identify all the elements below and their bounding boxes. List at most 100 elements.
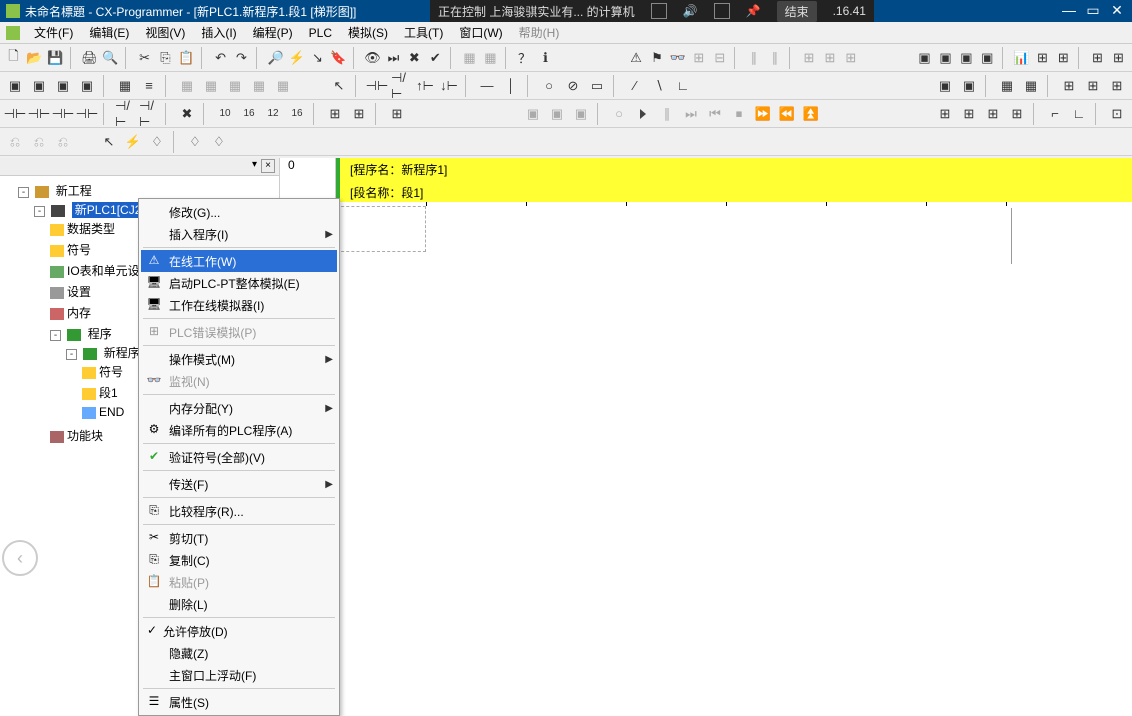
ctx-online-work[interactable]: ⚠在线工作(W) [141,250,337,272]
tb2-r7[interactable]: ⊞ [1106,75,1128,97]
tb2-r3[interactable]: ▦ [996,75,1018,97]
remote-icon-1[interactable] [651,3,667,19]
tb2-5[interactable]: ▦ [114,75,136,97]
tb3-3[interactable]: ⊣⊢ [52,103,74,125]
tb-plc8[interactable]: ⊞ [1088,47,1107,69]
expander-icon[interactable]: - [66,349,77,360]
tb2-r6[interactable]: ⊞ [1082,75,1104,97]
tb3-r4[interactable]: ⊞ [1006,103,1028,125]
menu-simulate[interactable]: 模拟(S) [340,22,396,43]
tb2-nc[interactable]: ⊣/⊢ [390,75,412,97]
tb4-2[interactable]: ⎌ [28,131,50,153]
nav-back-circle[interactable]: ‹ [2,540,38,576]
tb-check[interactable]: ✔ [426,47,445,69]
tb-cut[interactable]: ✂ [135,47,154,69]
tb-save[interactable]: 💾 [46,47,65,69]
tb-binoc2[interactable]: 👓 [668,47,687,69]
ctx-verify-symbols[interactable]: ✔验证符号(全部)(V) [141,446,337,468]
ladder-cursor-cell[interactable] [336,206,426,252]
tb2-9[interactable]: ▦ [224,75,246,97]
tb2-vline[interactable]: │ [500,75,522,97]
ctx-copy[interactable]: ⎘复制(C) [141,549,337,571]
tb4-6[interactable]: ♢ [146,131,168,153]
tb3-d11[interactable]: ⏫ [800,103,822,125]
tb2-rise[interactable]: ↑⊢ [414,75,436,97]
tb-open[interactable]: 📂 [25,47,44,69]
tb-plc4[interactable]: ▣ [978,47,997,69]
menu-tools[interactable]: 工具(T) [396,22,451,43]
tb-help[interactable]: ？ [515,47,534,69]
tb3-r2[interactable]: ⊞ [958,103,980,125]
tb2-r4[interactable]: ▦ [1020,75,1042,97]
tb2-r5[interactable]: ⊞ [1058,75,1080,97]
tb3-d9[interactable]: ⏩ [752,103,774,125]
tb2-r1[interactable]: ▣ [934,75,956,97]
tb3-play[interactable] [632,103,654,125]
tb3-16b[interactable]: 16 [286,103,308,125]
tb3-r3[interactable]: ⊞ [982,103,1004,125]
menu-insert[interactable]: 插入(I) [193,22,244,43]
tb-plc1[interactable]: ▣ [915,47,934,69]
ctx-transfer[interactable]: 传送(F)▶ [141,473,337,495]
remote-end-button[interactable]: 结束 [777,1,817,22]
tb3-d2[interactable]: ▣ [546,103,568,125]
tb3-d4[interactable]: ○ [608,103,630,125]
tb3-r5[interactable]: ⌐ [1044,103,1066,125]
tb4-3[interactable]: ⎌ [52,131,74,153]
tb2-4[interactable]: ▣ [76,75,98,97]
tb3-2[interactable]: ⊣⊢ [28,103,50,125]
ctx-compare-program[interactable]: ⎘比较程序(R)... [141,500,337,522]
tb4-1[interactable]: ⎌ [4,131,26,153]
speaker-icon[interactable]: 🔊 [683,4,698,18]
tb2-r2[interactable]: ▣ [958,75,980,97]
tb2-line2[interactable]: ∖ [648,75,670,97]
minimize-button[interactable]: — [1060,3,1078,19]
ctx-mem-alloc[interactable]: 内存分配(Y)▶ [141,397,337,419]
tb3-16[interactable]: 16 [238,103,260,125]
remote-icon-2[interactable] [714,3,730,19]
tb2-6[interactable]: ≡ [138,75,160,97]
tb-plc5[interactable]: 📊 [1012,47,1031,69]
tb-copy[interactable]: ⎘ [156,47,175,69]
tb2-7[interactable]: ▦ [176,75,198,97]
tb3-1[interactable]: ⊣⊢ [4,103,26,125]
tb-goto[interactable]: ↘ [308,47,327,69]
ctx-compile-all[interactable]: ⚙编译所有的PLC程序(A) [141,419,337,441]
tb2-11[interactable]: ▦ [272,75,294,97]
tb2-8[interactable]: ▦ [200,75,222,97]
tb2-line1[interactable]: ∕ [624,75,646,97]
ctx-online-simulator[interactable]: 🖥工作在线模拟器(I) [141,294,337,316]
pin-icon[interactable]: ▾ [252,159,257,170]
tb4-4[interactable]: ↖ [98,131,120,153]
tb3-d1[interactable]: ▣ [522,103,544,125]
tb4-7[interactable]: ♢ [184,131,206,153]
tb3-d10[interactable]: ⏪ [776,103,798,125]
tb3-d8[interactable]: ⏹ [728,103,750,125]
ctx-cut[interactable]: ✂剪切(T) [141,527,337,549]
tb3-r1[interactable]: ⊞ [934,103,956,125]
tb-binoculars[interactable]: 👁 [363,47,382,69]
tb2-3[interactable]: ▣ [52,75,74,97]
tb2-ncoil[interactable]: ⊘ [562,75,584,97]
tb3-10[interactable]: 10 [214,103,236,125]
menu-program[interactable]: 编程(P) [245,22,301,43]
ctx-delete[interactable]: 删除(L) [141,593,337,615]
ctx-insert-program[interactable]: 插入程序(I)▶ [141,223,337,245]
ladder-editor[interactable]: 0 [程序名：新程序1] [段名称：段1] [280,158,1132,669]
tb4-8[interactable]: ♢ [208,131,230,153]
ctx-op-mode[interactable]: 操作模式(M)▶ [141,348,337,370]
tb2-hline[interactable]: — [476,75,498,97]
tb-find-next[interactable]: ⏭ [384,47,403,69]
tb-d6[interactable]: ⊞ [820,47,839,69]
expander-icon[interactable]: - [50,330,61,341]
ctx-modify[interactable]: 修改(G)... [141,201,337,223]
tb-plc7[interactable]: ⊞ [1054,47,1073,69]
ladder-canvas[interactable] [336,202,1132,669]
menu-plc[interactable]: PLC [301,24,340,42]
tb2-1[interactable]: ▣ [4,75,26,97]
close-panel-button[interactable]: × [261,159,275,173]
menu-file[interactable]: 文件(F) [26,22,81,43]
menu-window[interactable]: 窗口(W) [451,22,510,43]
tb-preview[interactable]: 🔍 [101,47,120,69]
tb-d4[interactable]: ∥ [765,47,784,69]
